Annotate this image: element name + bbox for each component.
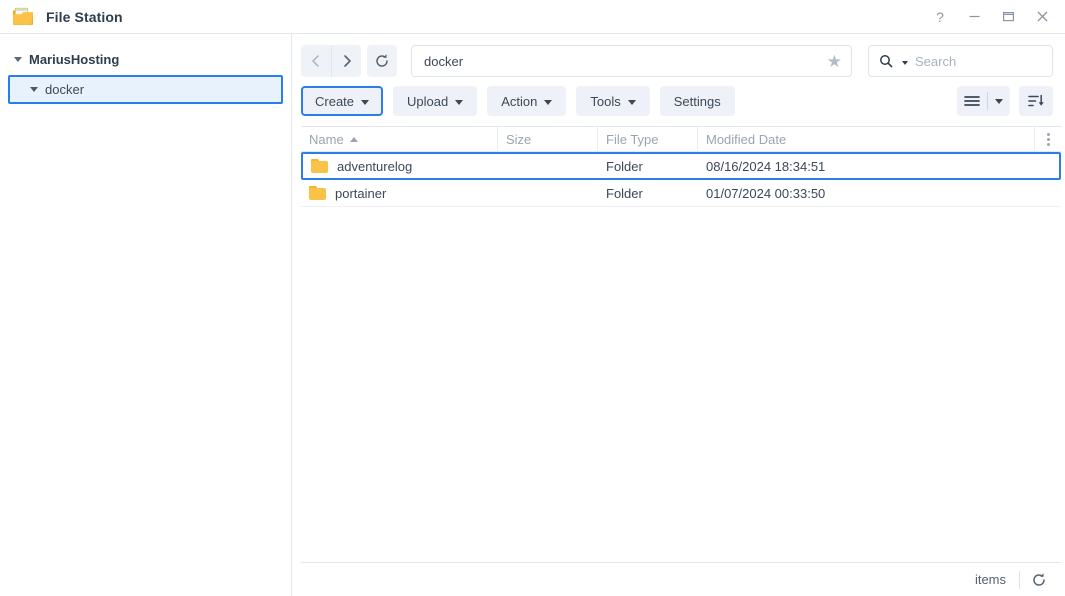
folder-icon — [12, 7, 34, 27]
table-row[interactable]: adventurelog Folder 08/16/2024 18:34:51 — [301, 152, 1061, 180]
sidebar-item-docker[interactable]: docker — [8, 75, 283, 104]
file-name-cell: adventurelog — [303, 154, 498, 178]
item-count-label: items — [974, 572, 1006, 587]
file-modified-cell: 08/16/2024 18:34:51 — [706, 158, 826, 174]
sort-order-button[interactable] — [1019, 86, 1053, 116]
view-mode-dropdown-button[interactable] — [988, 86, 1010, 116]
title-bar: File Station ? — [0, 0, 1065, 34]
close-icon — [1037, 11, 1047, 22]
chevron-down-icon — [627, 99, 636, 105]
folder-icon — [309, 186, 326, 200]
file-size-cell — [498, 154, 598, 178]
help-button[interactable]: ? — [923, 2, 957, 32]
maximize-button[interactable] — [991, 2, 1025, 32]
tools-button[interactable]: Tools — [576, 86, 650, 116]
column-header-name[interactable]: Name — [301, 127, 498, 151]
toolbar: Create Upload Action Tools Settings — [292, 77, 1065, 116]
file-type-cell: Folder — [606, 185, 643, 201]
sidebar: MariusHosting docker — [0, 34, 292, 596]
star-icon[interactable]: ★ — [827, 53, 842, 70]
search-field[interactable]: Search — [868, 45, 1053, 77]
settings-button-label: Settings — [673, 93, 721, 109]
search-input[interactable]: Search — [915, 54, 956, 69]
file-size-cell — [498, 180, 598, 206]
forward-button[interactable] — [331, 45, 361, 77]
chevron-down-icon — [361, 99, 370, 105]
status-refresh-button[interactable] — [1031, 572, 1047, 588]
column-header-file-type[interactable]: File Type — [598, 127, 698, 151]
refresh-icon — [1033, 572, 1045, 586]
file-modified-cell: 01/07/2024 00:33:50 — [706, 185, 826, 201]
path-field[interactable]: docker ★ — [411, 45, 852, 77]
column-header-label: Name — [309, 131, 344, 147]
chevron-right-icon — [343, 55, 351, 67]
kebab-menu-icon — [1046, 132, 1050, 146]
chevron-down-icon[interactable] — [902, 60, 908, 65]
chevron-down-icon — [544, 99, 553, 105]
sort-ascending-icon — [349, 136, 358, 142]
minimize-button[interactable] — [957, 2, 991, 32]
main-panel: docker ★ Search Create Upload Action Too… — [292, 34, 1065, 596]
file-name: portainer — [335, 185, 387, 201]
file-station-window: File Station ? MariusHosting docker dock… — [0, 0, 1065, 596]
refresh-button[interactable] — [367, 45, 397, 77]
tools-button-label: Tools — [590, 93, 621, 109]
chevron-down-icon[interactable] — [30, 87, 38, 92]
sidebar-item-mariushosting[interactable]: MariusHosting — [0, 46, 291, 73]
body-split: MariusHosting docker docker ★ Search Cre… — [0, 34, 1065, 596]
column-header-label: Modified Date — [706, 131, 787, 147]
navigation-bar: docker ★ Search — [292, 34, 1065, 77]
list-view-icon — [964, 96, 980, 106]
file-type-cell: Folder — [606, 158, 643, 174]
refresh-icon — [376, 54, 388, 67]
sidebar-item-label: MariusHosting — [29, 52, 120, 67]
back-button[interactable] — [301, 45, 331, 77]
upload-button[interactable]: Upload — [393, 86, 478, 116]
view-mode-group — [957, 86, 1010, 116]
file-list: Name Size File Type Modified Date advent… — [301, 126, 1061, 562]
chevron-left-icon — [312, 55, 319, 67]
maximize-icon — [1002, 11, 1014, 22]
page-title: File Station — [46, 8, 123, 25]
chevron-down-icon — [455, 99, 464, 105]
upload-button-label: Upload — [407, 93, 449, 109]
sidebar-item-label: docker — [45, 82, 85, 97]
search-icon[interactable] — [879, 54, 893, 68]
file-name: adventurelog — [337, 158, 413, 174]
column-header-modified-date[interactable]: Modified Date — [698, 127, 1035, 151]
list-view-button[interactable] — [957, 86, 987, 116]
column-header-label: File Type — [606, 131, 659, 147]
create-button[interactable]: Create — [301, 86, 384, 116]
create-button-label: Create — [315, 93, 355, 109]
status-bar: items — [301, 562, 1061, 596]
divider — [1019, 570, 1020, 589]
column-options-button[interactable] — [1035, 127, 1061, 151]
file-list-body: adventurelog Folder 08/16/2024 18:34:51 … — [301, 152, 1061, 562]
file-list-header: Name Size File Type Modified Date — [301, 126, 1061, 152]
path-value: docker — [424, 53, 464, 69]
column-header-label: Size — [506, 131, 532, 147]
file-name-cell: portainer — [301, 180, 498, 206]
action-button-label: Action — [501, 93, 538, 109]
column-header-size[interactable]: Size — [498, 127, 598, 151]
folder-icon — [311, 159, 328, 173]
action-button[interactable]: Action — [487, 86, 567, 116]
settings-button[interactable]: Settings — [659, 86, 735, 116]
close-button[interactable] — [1025, 2, 1059, 32]
sort-descending-icon — [1027, 94, 1044, 107]
question-mark-icon: ? — [936, 8, 944, 25]
table-row[interactable]: portainer Folder 01/07/2024 00:33:50 — [301, 180, 1061, 207]
chevron-down-icon — [995, 98, 1003, 104]
minimize-icon — [969, 15, 979, 18]
chevron-down-icon[interactable] — [14, 57, 22, 62]
